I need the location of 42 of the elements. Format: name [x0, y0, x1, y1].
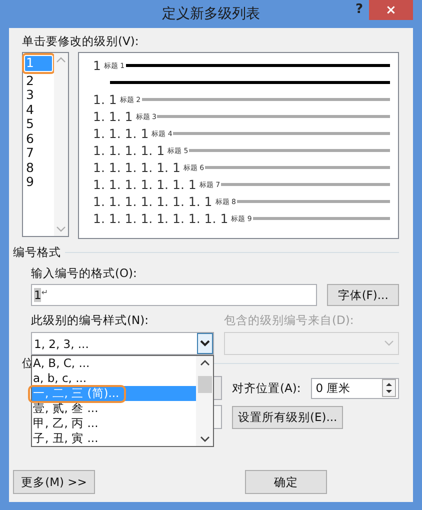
- level-item[interactable]: 3: [25, 88, 52, 102]
- level-item[interactable]: 4: [25, 102, 52, 117]
- level-item[interactable]: 7: [25, 146, 52, 160]
- align-field[interactable]: 0 厘米: [310, 378, 399, 398]
- preview-number: 1. 1. 1. 1. 1. 1. 1: [93, 177, 196, 192]
- level-label: 单击要修改的级别(V):: [22, 34, 140, 49]
- style-dropdown[interactable]: 1, 2, 3, ...: [31, 332, 214, 355]
- level-item[interactable]: 9: [25, 175, 52, 190]
- level-item[interactable]: 6: [25, 132, 52, 146]
- scroll-down-icon[interactable]: [200, 436, 210, 442]
- section-title: 编号格式: [13, 245, 61, 260]
- preview-number: 1. 1: [93, 92, 117, 107]
- include-label: 包含的级别编号来自(D):: [224, 313, 354, 328]
- spinner-icon[interactable]: [382, 379, 396, 397]
- level-item[interactable]: 5: [25, 117, 52, 132]
- format-field[interactable]: 1↵: [31, 284, 318, 306]
- style-option[interactable]: 子, 丑, 寅 ...: [32, 431, 196, 446]
- preview-number: 1. 1. 1. 1. 1. 1. 1. 1. 1: [93, 211, 228, 226]
- style-option[interactable]: 甲, 乙, 丙 ...: [32, 416, 196, 431]
- style-option[interactable]: 壹, 贰, 叁 ...: [32, 401, 196, 416]
- set-all-levels-button[interactable]: 设置所有级别(E)...: [232, 406, 344, 428]
- preview-number: 1. 1. 1. 1: [93, 126, 149, 141]
- preview-number: 1. 1. 1. 1. 1: [93, 143, 165, 158]
- level-item[interactable]: 2: [25, 74, 52, 88]
- preview-number: 1. 1. 1. 1. 1. 1. 1. 1: [93, 194, 212, 209]
- preview-number: 1: [93, 58, 101, 73]
- scroll-thumb[interactable]: [198, 376, 212, 393]
- preview-number: 1. 1. 1. 1. 1. 1: [93, 160, 180, 175]
- scroll-up-icon[interactable]: [200, 360, 210, 366]
- close-button[interactable]: ×: [369, 0, 413, 20]
- help-button[interactable]: ?: [355, 2, 363, 17]
- more-button[interactable]: 更多(M) >>: [13, 470, 95, 494]
- level-item[interactable]: 8: [25, 160, 52, 175]
- preview-number: 1. 1. 1: [93, 109, 133, 124]
- font-button[interactable]: 字体(F)...: [327, 284, 399, 306]
- style-label: 此级别的编号样式(N):: [31, 313, 150, 328]
- format-label: 输入编号的格式(O):: [31, 266, 138, 281]
- style-option[interactable]: A, B, C, ...: [32, 356, 196, 371]
- ok-button[interactable]: 确定: [245, 470, 327, 494]
- window-title: 定义新多级列表: [162, 5, 260, 23]
- style-option[interactable]: a, b, c, ...: [32, 371, 196, 386]
- align-label: 对齐位置(A):: [232, 380, 301, 396]
